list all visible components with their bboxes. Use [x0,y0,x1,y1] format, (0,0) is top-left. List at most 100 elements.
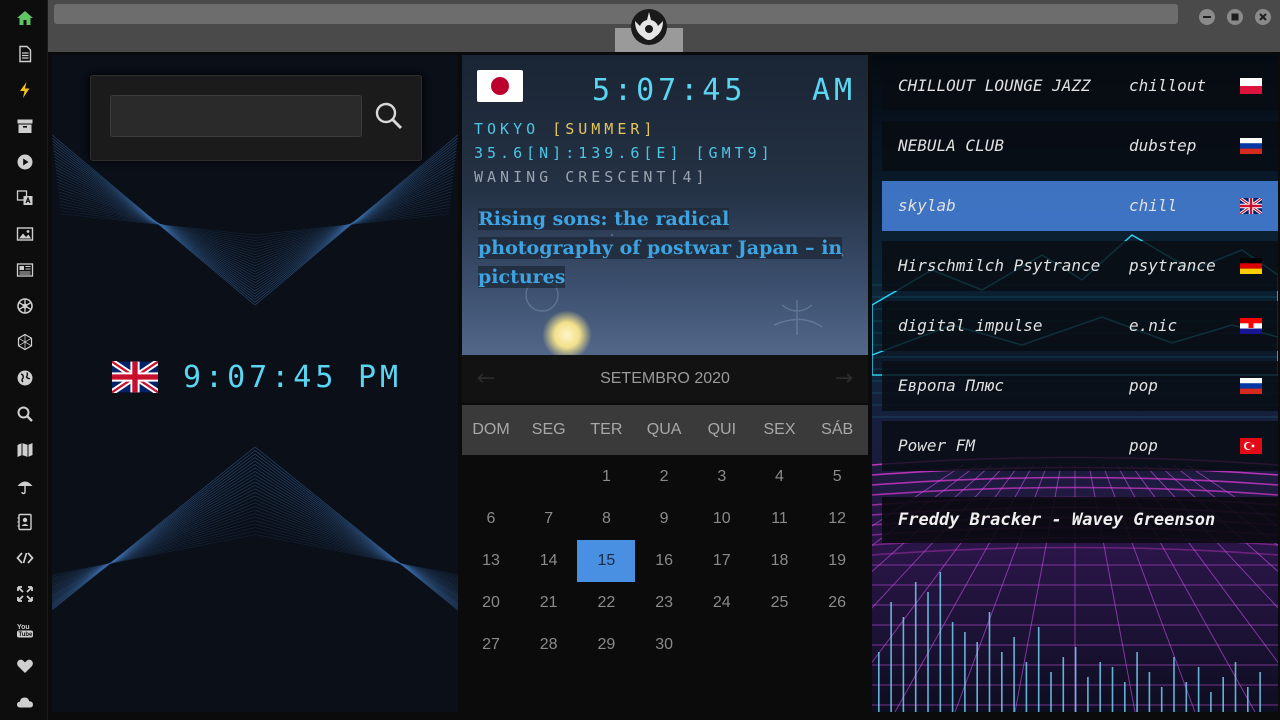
tokyo-city-line: TOKYO [SUMMER] [474,120,656,138]
calendar-day[interactable]: 2 [635,456,693,498]
weekday-label: SÁB [821,421,854,438]
search-input[interactable] [110,95,362,137]
weekday-label: SEG [531,421,566,438]
calendar-day[interactable]: 23 [635,582,693,624]
calendar-day[interactable]: 29 [577,624,635,666]
map-icon[interactable] [14,439,36,461]
search-icon [375,102,403,130]
calendar-day[interactable]: 10 [693,498,751,540]
station-name: Hirschmilch Psytrance [898,256,1101,275]
image-icon[interactable] [14,223,36,245]
calendar-header: SETEMBRO 2020 ← → [462,355,868,403]
news-headline-link[interactable]: Rising sons: the radical photography of … [478,205,858,292]
station-genre: e.nic [1129,316,1178,335]
station-item[interactable]: Hirschmilch Psytrance psytrance [882,241,1278,291]
tokyo-season: [SUMMER] [552,120,657,138]
translate-icon[interactable] [14,187,36,209]
heart-icon[interactable] [14,655,36,677]
prev-month-button[interactable]: ← [472,365,500,393]
sidebar: You Tube [0,0,48,720]
calendar-day[interactable]: 18 [751,540,809,582]
calendar-day[interactable]: 21 [520,582,578,624]
sun-glow [542,310,592,355]
calendar-day[interactable]: 4 [751,456,809,498]
archive-icon[interactable] [14,115,36,137]
station-genre: pop [1129,376,1158,395]
svg-text:You: You [17,624,30,631]
calendar-day-selected[interactable]: 15 [577,540,636,582]
station-name: CHILLOUT LOUNGE JAZZ [898,76,1091,95]
uk-flag-icon [112,361,158,393]
station-name: Европа Плюс [898,376,1004,395]
station-item[interactable]: skylab chill [882,181,1278,231]
calendar-day[interactable]: 25 [751,582,809,624]
calendar-day[interactable]: 30 [635,624,693,666]
calendar-day[interactable]: 22 [577,582,635,624]
russia-flag-icon [1240,138,1262,154]
cloud-icon[interactable] [14,691,36,713]
germany-flag-icon [1240,258,1262,274]
station-item[interactable]: digital impulse e.nic [882,301,1278,351]
next-month-button[interactable]: → [830,365,858,393]
code-icon[interactable] [14,547,36,569]
calendar-day[interactable]: 1 [577,456,635,498]
expand-icon[interactable] [14,583,36,605]
weekday-label: SEX [763,421,796,438]
calendar-day[interactable]: 17 [693,540,751,582]
turkey-flag-icon [1240,438,1262,454]
umbrella-icon[interactable] [14,475,36,497]
station-item[interactable]: Power FM pop [882,421,1278,471]
calendar-day[interactable]: 16 [635,540,693,582]
title-bar [48,0,1280,52]
weekday-label: DOM [472,421,510,438]
calendar-day[interactable]: 9 [635,498,693,540]
japan-flag-icon [477,70,523,102]
globe-icon[interactable] [14,367,36,389]
calendar-day[interactable]: 11 [751,498,809,540]
now-playing-text: Freddy Bracker - Wavey Greenson [898,510,1216,530]
close-button[interactable] [1255,9,1271,25]
calendar-day[interactable]: 26 [808,582,866,624]
station-item[interactable]: NEBULA CLUB dubstep [882,121,1278,171]
calendar-day[interactable]: 7 [520,498,578,540]
weekday-label: TER [590,421,623,438]
calendar-day[interactable]: 20 [462,582,520,624]
calendar-day[interactable]: 12 [808,498,866,540]
youtube-icon[interactable]: You Tube [14,619,36,641]
tokyo-coordinates: 35.6[N]:139.6[E] [GMT9] [474,144,774,162]
tokyo-time: 5:07:45 [592,73,747,108]
hexagon-icon[interactable] [14,331,36,353]
rebel-emblem-icon [631,9,667,45]
calendar-day[interactable]: 28 [520,624,578,666]
calendar-day[interactable]: 24 [693,582,751,624]
calendar-day[interactable]: 6 [462,498,520,540]
minimize-button[interactable] [1199,9,1215,25]
svg-text:Tube: Tube [19,632,34,638]
play-icon[interactable] [14,151,36,173]
news-icon[interactable] [14,259,36,281]
contacts-icon[interactable] [14,511,36,533]
station-item[interactable]: Европа Плюс pop [882,361,1278,411]
search-icon[interactable] [14,403,36,425]
calendar-day[interactable]: 5 [808,456,866,498]
calendar-day[interactable]: 13 [462,540,520,582]
calendar-day[interactable]: 8 [577,498,635,540]
station-genre: psytrance [1129,256,1216,275]
document-icon[interactable] [14,43,36,65]
tokyo-panel: 5:07:45 AM TOKYO [SUMMER] 35.6[N]:139.6[… [462,55,868,355]
title-bar-track[interactable] [54,4,1178,24]
calendar-day[interactable]: 27 [462,624,520,666]
calendar-day[interactable]: 19 [808,540,866,582]
calendar-day[interactable]: 3 [693,456,751,498]
search-button[interactable] [371,98,407,134]
station-name: NEBULA CLUB [898,136,1004,155]
moon-phase: WANING CRESCENT[4] [474,168,709,186]
calendar-day[interactable]: 14 [520,540,578,582]
desktop-app: You Tube 9:07:45 PM 5:07:45 AM TOKYO [SU… [0,0,1280,720]
lightning-icon[interactable] [14,79,36,101]
maximize-button[interactable] [1227,9,1243,25]
home-icon[interactable] [14,7,36,29]
station-item[interactable]: CHILLOUT LOUNGE JAZZ chillout [882,61,1278,111]
russia-flag-icon [1240,378,1262,394]
rebel-icon[interactable] [14,295,36,317]
